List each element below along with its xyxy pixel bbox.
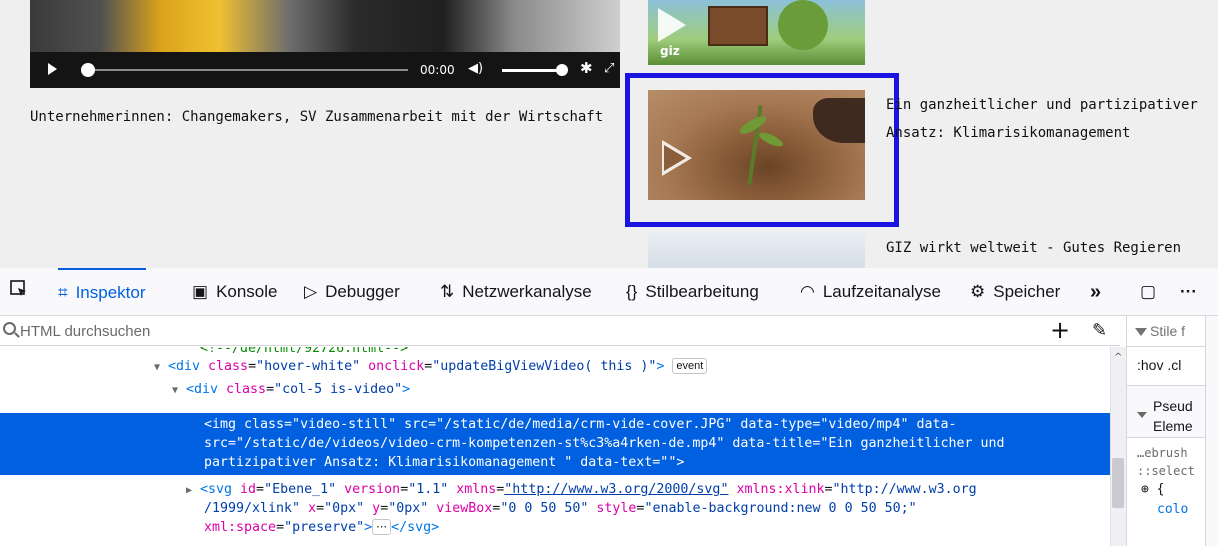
- markup-node-img-selected[interactable]: <img class="video-still" src="/static/de…: [0, 413, 1110, 475]
- rule-source[interactable]: …ebrush ::select: [1137, 444, 1195, 480]
- inspector-icon: ⌗: [58, 283, 68, 302]
- scroll-up-arrow-icon[interactable]: ^: [1114, 352, 1122, 363]
- markup-node-div-col-5[interactable]: ▼ <div class="col-5 is-video">: [172, 380, 410, 400]
- dock-options-icon[interactable]: ▢: [1140, 268, 1156, 316]
- volume-handle[interactable]: [556, 64, 568, 76]
- video-time: 00:00: [420, 63, 455, 77]
- devtools-toolbar: ⌗ Inspektor ▣ Konsole ▷ Debugger ⇅ Netzw…: [0, 268, 1218, 316]
- play-icon[interactable]: [48, 63, 57, 75]
- tab-label: Konsole: [216, 282, 278, 301]
- pseudo-elements-section[interactable]: Pseud Eleme: [1127, 386, 1205, 438]
- add-node-button[interactable]: +: [1050, 316, 1070, 344]
- style-editor-icon: {}: [626, 282, 638, 301]
- tab-label: Laufzeitanalyse: [822, 282, 941, 301]
- debugger-icon: ▷: [304, 282, 318, 301]
- video-caption-selected[interactable]: Ein ganzheitlicher und partizipativer An…: [886, 91, 1206, 147]
- event-badge[interactable]: event: [672, 358, 708, 374]
- scrollbar-thumb[interactable]: [1112, 458, 1124, 508]
- tab-console[interactable]: ▣ Konsole: [192, 268, 278, 316]
- collapse-arrow-icon[interactable]: [1137, 412, 1147, 418]
- tab-memory[interactable]: ⚙ Speicher: [970, 268, 1060, 316]
- memory-icon: ⚙: [970, 282, 986, 301]
- sidebar-splitter[interactable]: [1205, 316, 1218, 546]
- markup-node-svg[interactable]: ▶ <svg id="Ebene_1" version="1.1" xmlns="…: [186, 480, 977, 500]
- seek-handle[interactable]: [81, 63, 95, 77]
- search-icon: [3, 322, 16, 335]
- selected-markup-line: partizipativer Ansatz: Klimarisikomanage…: [204, 455, 685, 470]
- tab-label: Netzwerkanalyse: [462, 282, 592, 301]
- collapse-twisty-icon[interactable]: ▼: [172, 381, 186, 400]
- expand-ellipsis-badge[interactable]: ⋯: [372, 519, 392, 535]
- devtools-panel: ⌗ Inspektor ▣ Konsole ▷ Debugger ⇅ Netzw…: [0, 268, 1218, 546]
- tab-label: Inspektor: [75, 283, 146, 302]
- video-caption[interactable]: GIZ wirkt weltweit - Gutes Regieren: [886, 234, 1181, 262]
- tab-network[interactable]: ⇅ Netzwerkanalyse: [440, 268, 592, 316]
- rule-open-brace: ⊕ {: [1141, 482, 1165, 497]
- more-tabs-button[interactable]: »: [1090, 268, 1101, 316]
- collapse-twisty-icon[interactable]: ▼: [154, 358, 168, 377]
- play-icon: [658, 8, 686, 42]
- volume-icon[interactable]: ◀): [468, 62, 483, 76]
- console-icon: ▣: [192, 282, 209, 301]
- eyedropper-icon[interactable]: ✎: [1092, 320, 1107, 341]
- overflow-menu-button[interactable]: ···: [1180, 268, 1197, 316]
- tab-label: Stilbearbeitung: [645, 282, 759, 301]
- giz-logo: giz: [660, 44, 680, 58]
- video-caption[interactable]: Unternehmerinnen: Changemakers, SV Zusam…: [30, 103, 603, 131]
- performance-icon: ◠: [800, 282, 815, 301]
- video-thumbnail[interactable]: [648, 232, 865, 268]
- web-page-viewport: 00:00 ◀) ✱ ⤢ Unternehmerinnen: Changemak…: [0, 0, 1218, 268]
- expand-twisty-icon[interactable]: ▶: [186, 481, 200, 500]
- element-picker-icon[interactable]: [10, 280, 28, 298]
- network-icon: ⇅: [440, 282, 455, 301]
- tab-performance[interactable]: ◠ Laufzeitanalyse: [800, 268, 941, 316]
- rule-icon: ⊕: [1141, 482, 1149, 497]
- markup-node-div-hover-white[interactable]: ▼ <div class="hover-white" onclick="updat…: [154, 357, 708, 377]
- pseudo-class-toggles[interactable]: :hov .cl: [1127, 346, 1205, 386]
- css-rule[interactable]: ⊕ { colo: [1141, 480, 1188, 520]
- tab-style-editor[interactable]: {} Stilbearbeitung: [626, 268, 759, 316]
- video-controls-bar: 00:00 ◀) ✱ ⤢: [30, 52, 620, 88]
- rules-filter-input[interactable]: Stile f: [1135, 323, 1185, 339]
- video-thumbnail[interactable]: giz: [648, 0, 865, 65]
- html-search-input[interactable]: [20, 318, 920, 344]
- tab-label: Speicher: [993, 282, 1061, 301]
- tab-inspector[interactable]: ⌗ Inspektor: [58, 268, 146, 316]
- selected-markup-line: src="/static/de/videos/video-crm-kompete…: [204, 436, 1005, 451]
- fullscreen-icon[interactable]: ⤢: [604, 62, 614, 76]
- thumbnail-illustration: [778, 0, 828, 50]
- markup-view[interactable]: <!--/de/html/92726.html--> ▼ <div class="…: [0, 347, 1110, 546]
- gear-icon[interactable]: ✱: [580, 61, 593, 76]
- rules-sidebar: Stile f :hov .cl Pseud Eleme …ebrush ::s…: [1126, 316, 1218, 546]
- video-player[interactable]: 00:00 ◀) ✱ ⤢: [30, 0, 620, 88]
- tab-debugger[interactable]: ▷ Debugger: [304, 268, 400, 316]
- thumbnail-illustration: [708, 6, 768, 46]
- tab-label: Debugger: [325, 282, 400, 301]
- selected-markup-line: <img class="video-still" src="/static/de…: [204, 417, 957, 432]
- markup-node-svg-continued[interactable]: /1999/xlink" x="0px" y="0px" viewBox="0 …: [204, 499, 917, 518]
- markup-search-bar: + ✎: [0, 316, 1120, 346]
- element-highlight-box: [625, 73, 899, 227]
- markup-scrollbar[interactable]: [1110, 347, 1126, 546]
- seek-slider[interactable]: [90, 69, 408, 71]
- volume-slider[interactable]: [502, 69, 562, 72]
- video-frame: [30, 0, 620, 52]
- css-property[interactable]: colo: [1141, 500, 1188, 520]
- markup-node-svg-continued[interactable]: xml:space="preserve"> ⋯ </svg>: [204, 518, 439, 537]
- filter-icon: [1135, 328, 1147, 336]
